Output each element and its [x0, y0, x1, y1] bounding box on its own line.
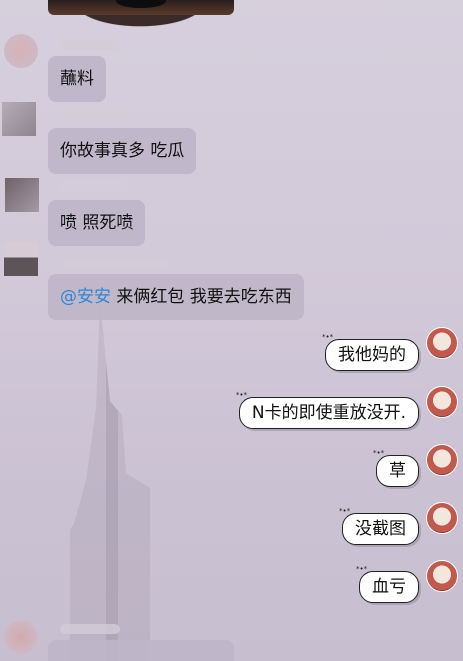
my-message-bubble[interactable]: *•* N卡的即使重放没开. — [236, 391, 419, 429]
my-avatar[interactable] — [426, 444, 458, 476]
message-bubble[interactable]: @安安 来俩红包 我要去吃东西 — [48, 274, 304, 320]
sender-name — [60, 258, 170, 268]
sender-name — [60, 624, 120, 634]
message-bubble[interactable]: 喷 照死喷 — [48, 200, 146, 246]
my-avatar[interactable] — [426, 560, 458, 592]
message-text: 来俩红包 我要去吃东西 — [111, 287, 292, 307]
my-avatar[interactable] — [426, 327, 458, 359]
message-text: 没截图 — [355, 519, 406, 539]
bubble-decoration: *•* — [235, 391, 248, 399]
my-message-bubble[interactable]: *•* 没截图 — [339, 507, 419, 545]
message-text: 喷 照死喷 — [60, 213, 134, 233]
message-bubble[interactable] — [48, 640, 234, 661]
message-bubble[interactable]: 你故事真多 吃瓜 — [48, 128, 197, 174]
my-message-bubble[interactable]: *•* 血亏 — [356, 565, 419, 603]
message-text: 蘸料 — [60, 69, 94, 89]
sender-name — [60, 40, 120, 50]
avatar[interactable] — [4, 242, 38, 276]
my-message-bubble[interactable]: *•* 草 — [373, 449, 419, 487]
sender-name — [60, 182, 130, 192]
message-text: 我他妈的 — [338, 345, 406, 365]
avatar[interactable] — [4, 34, 38, 68]
my-message-bubble[interactable]: *•* 我他妈的 — [322, 333, 419, 371]
message-text: 草 — [389, 461, 406, 481]
sender-name — [60, 108, 130, 118]
bubble-decoration: *•* — [322, 333, 334, 341]
avatar[interactable] — [4, 620, 38, 654]
message-bubble[interactable]: 蘸料 — [48, 56, 106, 102]
shared-image-preview[interactable] — [48, 0, 234, 15]
mention-link[interactable]: @安安 — [60, 287, 111, 307]
bubble-decoration: *•* — [373, 449, 385, 457]
bubble-decoration: *•* — [339, 507, 351, 515]
my-avatar[interactable] — [426, 502, 458, 534]
avatar[interactable] — [5, 178, 39, 212]
message-text: 血亏 — [372, 577, 406, 597]
message-text: 你故事真多 吃瓜 — [60, 141, 185, 161]
message-text: N卡的即使重放没开. — [251, 403, 406, 423]
bubble-decoration: *•* — [356, 565, 368, 573]
avatar[interactable] — [2, 102, 36, 136]
my-avatar[interactable] — [426, 386, 458, 418]
